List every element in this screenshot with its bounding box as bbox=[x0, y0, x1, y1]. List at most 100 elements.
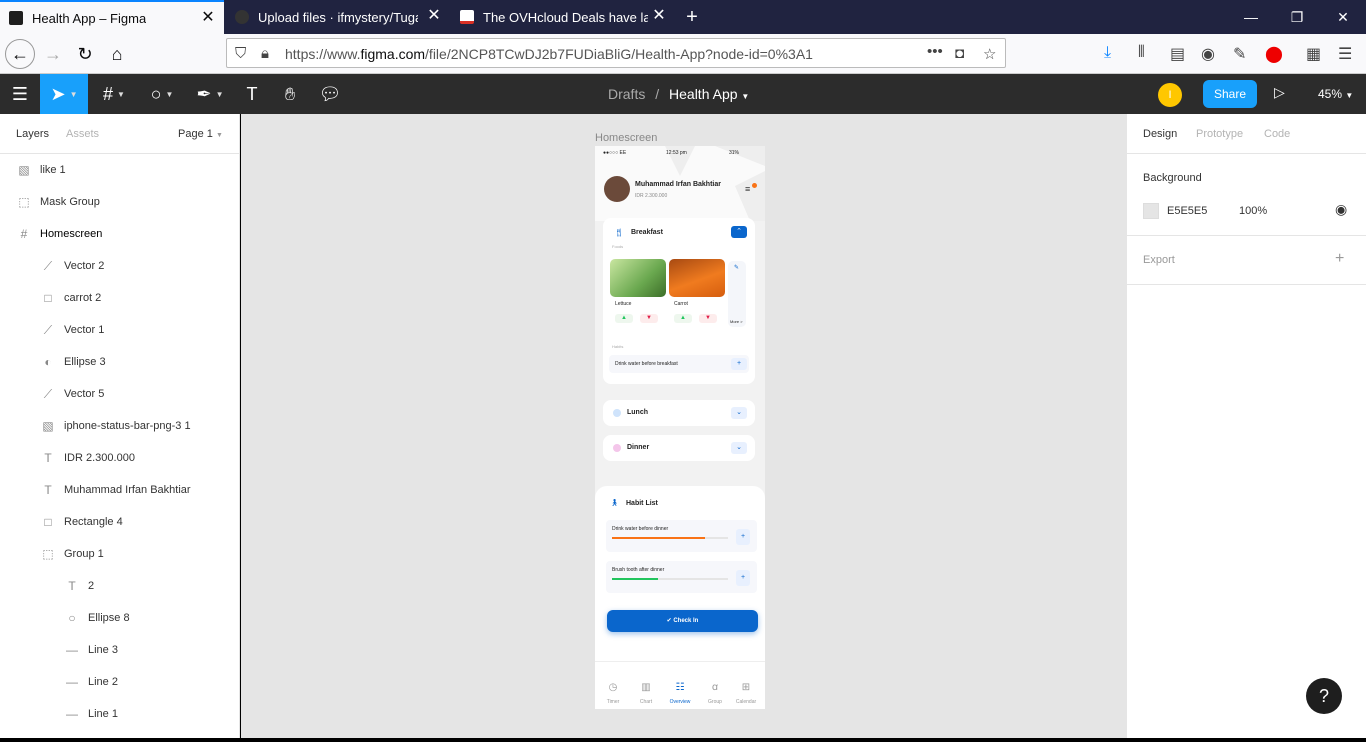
tab-code[interactable]: Code bbox=[1264, 128, 1290, 140]
breadcrumb-drafts[interactable]: Drafts bbox=[608, 86, 645, 102]
nav-group[interactable]: Group bbox=[700, 699, 730, 705]
tab-prototype[interactable]: Prototype bbox=[1196, 128, 1243, 140]
shield-icon[interactable]: ⛉ bbox=[235, 45, 246, 62]
overview-icon[interactable]: ☷ bbox=[670, 682, 690, 693]
edit-icon[interactable]: ✎ bbox=[734, 264, 739, 271]
home-icon[interactable]: ⌂ bbox=[102, 39, 132, 69]
check-in-button[interactable]: ✔ Check In bbox=[607, 610, 758, 632]
back-icon[interactable]: ← bbox=[5, 39, 35, 69]
add-habit-button[interactable]: + bbox=[731, 358, 747, 370]
layer-row[interactable]: — Line 1 bbox=[0, 698, 240, 730]
layer-row[interactable]: ▧ iphone-status-bar-png-3 1 bbox=[0, 410, 240, 442]
more-link[interactable]: More > bbox=[730, 319, 743, 324]
present-play-icon[interactable]: ▷ bbox=[1274, 84, 1285, 101]
expand-lunch-button[interactable]: ⌄ bbox=[731, 407, 747, 419]
dinner-card[interactable]: Dinner ⌄ bbox=[603, 435, 755, 461]
layer-row[interactable]: T2 bbox=[0, 570, 240, 602]
timer-icon[interactable]: ◷ bbox=[603, 682, 623, 693]
move-tool-icon[interactable]: ➤ ▼ bbox=[40, 74, 88, 114]
homescreen-frame[interactable]: ●●○○○ EE 12:53 pm 31% Muhammad Irfan Bak… bbox=[595, 146, 765, 709]
add-export-icon[interactable]: + bbox=[1335, 250, 1344, 268]
help-button[interactable]: ? bbox=[1306, 678, 1342, 714]
restore-icon[interactable]: ❐ bbox=[1274, 0, 1320, 34]
reload-icon[interactable]: ↻ bbox=[70, 39, 100, 69]
close-tab-icon[interactable]: ✕ bbox=[426, 8, 442, 24]
add-habit2-button[interactable]: + bbox=[736, 570, 750, 586]
tab-figma[interactable]: Health App – Figma ✕ bbox=[0, 0, 224, 34]
lunch-card[interactable]: Lunch ⌄ bbox=[603, 400, 755, 426]
hand-tool-icon[interactable]: ✋︎ bbox=[274, 74, 306, 114]
tab-layers[interactable]: Layers bbox=[16, 128, 49, 140]
lock-icon[interactable]: 🔒︎ bbox=[261, 45, 269, 62]
thumb-down-icon[interactable]: ▼ bbox=[699, 314, 717, 323]
expand-dinner-button[interactable]: ⌄ bbox=[731, 442, 747, 454]
layer-row[interactable]: □ Rectangle 4 bbox=[0, 506, 240, 538]
tab-github[interactable]: Upload files · ifmystery/Tugas_ ✕ bbox=[226, 0, 450, 34]
background-hex[interactable]: E5E5E5 bbox=[1167, 205, 1207, 217]
tab-gmail[interactable]: The OVHcloud Deals have land ✕ bbox=[451, 0, 675, 34]
chevron-down-icon[interactable]: ▼ bbox=[741, 92, 749, 101]
layer-row[interactable]: T Muhammad Irfan Bakhtiar bbox=[0, 474, 240, 506]
comment-tool-icon[interactable]: 💬︎ bbox=[314, 74, 346, 114]
frame-label[interactable]: Homescreen bbox=[595, 132, 657, 144]
thumb-up-icon[interactable]: ▲ bbox=[674, 314, 692, 323]
url-text[interactable]: https://www.figma.com/file/2NCP8TCwDJ2b7… bbox=[285, 46, 813, 62]
background-swatch[interactable] bbox=[1143, 203, 1159, 219]
extensions-grid-icon[interactable]: ▦ bbox=[1306, 44, 1321, 64]
page-actions-icon[interactable]: ••• bbox=[927, 43, 943, 60]
menu-icon[interactable]: ☰ bbox=[1338, 44, 1352, 64]
share-button[interactable]: Share bbox=[1203, 80, 1257, 108]
tab-assets[interactable]: Assets bbox=[66, 128, 99, 140]
nav-calendar[interactable]: Calendar bbox=[731, 699, 761, 705]
pocket-icon[interactable]: ◘ bbox=[955, 45, 964, 62]
minimize-icon[interactable]: — bbox=[1228, 0, 1274, 34]
nav-chart[interactable]: Chart bbox=[631, 699, 661, 705]
bookmark-star-icon[interactable]: ☆ bbox=[983, 45, 996, 63]
opera-icon[interactable]: ⬤ bbox=[1265, 44, 1283, 64]
shape-tool-icon[interactable]: ○ ▼ bbox=[140, 74, 184, 114]
extension-icon[interactable]: ✎ bbox=[1233, 44, 1246, 64]
new-tab-button[interactable]: + bbox=[680, 0, 704, 34]
close-tab-icon[interactable]: ✕ bbox=[200, 10, 216, 26]
page-selector[interactable]: Page 1 ▼ bbox=[178, 128, 223, 140]
nav-overview[interactable]: Overview bbox=[665, 699, 695, 705]
frame-tool-icon[interactable]: # ▼ bbox=[92, 74, 136, 114]
layer-row[interactable]: ◐ Ellipse 3 bbox=[0, 346, 240, 378]
chart-icon[interactable]: ▥ bbox=[636, 682, 656, 693]
nav-timer[interactable]: Timer bbox=[598, 699, 628, 705]
library-icon[interactable]: ⫴ bbox=[1138, 44, 1145, 62]
forward-icon[interactable]: → bbox=[38, 39, 68, 69]
layer-row[interactable]: □ carrot 2 bbox=[0, 282, 240, 314]
layer-row[interactable]: ⟋ Vector 1 bbox=[0, 314, 240, 346]
tab-design[interactable]: Design bbox=[1143, 128, 1177, 140]
main-menu-icon[interactable]: ☰ bbox=[0, 74, 40, 114]
sidebar-icon[interactable]: ▤ bbox=[1170, 44, 1185, 64]
layer-row[interactable]: — Line 3 bbox=[0, 634, 240, 666]
layer-row[interactable]: # Homescreen bbox=[0, 218, 240, 250]
layer-row[interactable]: ○ Ellipse 8 bbox=[0, 602, 240, 634]
background-opacity[interactable]: 100% bbox=[1239, 205, 1267, 217]
text-tool-icon[interactable]: T bbox=[236, 74, 268, 114]
design-canvas[interactable]: Homescreen ●●○○○ EE 12:53 pm 31% Muhamma… bbox=[241, 114, 1126, 738]
download-icon[interactable]: ⤓ bbox=[1104, 44, 1111, 62]
layer-row[interactable]: ⬚ Group 1 bbox=[0, 538, 240, 570]
close-tab-icon[interactable]: ✕ bbox=[651, 8, 667, 24]
layer-row[interactable]: ⟋ Vector 5 bbox=[0, 378, 240, 410]
eye-icon[interactable]: ◉ bbox=[1335, 201, 1347, 218]
url-bar[interactable]: ⛉ 🔒︎ https://www.figma.com/file/2NCP8TCw… bbox=[226, 38, 1006, 68]
layer-row[interactable]: ⬚ Mask Group bbox=[0, 186, 240, 218]
account-icon[interactable]: ◉ bbox=[1201, 44, 1215, 64]
thumb-down-icon[interactable]: ▼ bbox=[640, 314, 658, 323]
close-window-icon[interactable]: ✕ bbox=[1320, 0, 1366, 34]
layer-row[interactable]: ▧ like 1 bbox=[0, 154, 240, 186]
pen-tool-icon[interactable]: ✒ ▼ bbox=[188, 74, 232, 114]
file-name[interactable]: Health App bbox=[669, 86, 738, 102]
add-habit1-button[interactable]: + bbox=[736, 529, 750, 545]
calendar-icon[interactable]: ⊞ bbox=[736, 682, 756, 693]
layer-row[interactable]: — Line 2 bbox=[0, 666, 240, 698]
zoom-dropdown[interactable]: 45% ▼ bbox=[1318, 87, 1353, 101]
layer-row[interactable]: T IDR 2.300.000 bbox=[0, 442, 240, 474]
layer-row[interactable]: ⟋ Vector 2 bbox=[0, 250, 240, 282]
collapse-button[interactable]: ⌃ bbox=[731, 226, 747, 238]
group-icon[interactable]: ꭤ bbox=[705, 679, 725, 693]
